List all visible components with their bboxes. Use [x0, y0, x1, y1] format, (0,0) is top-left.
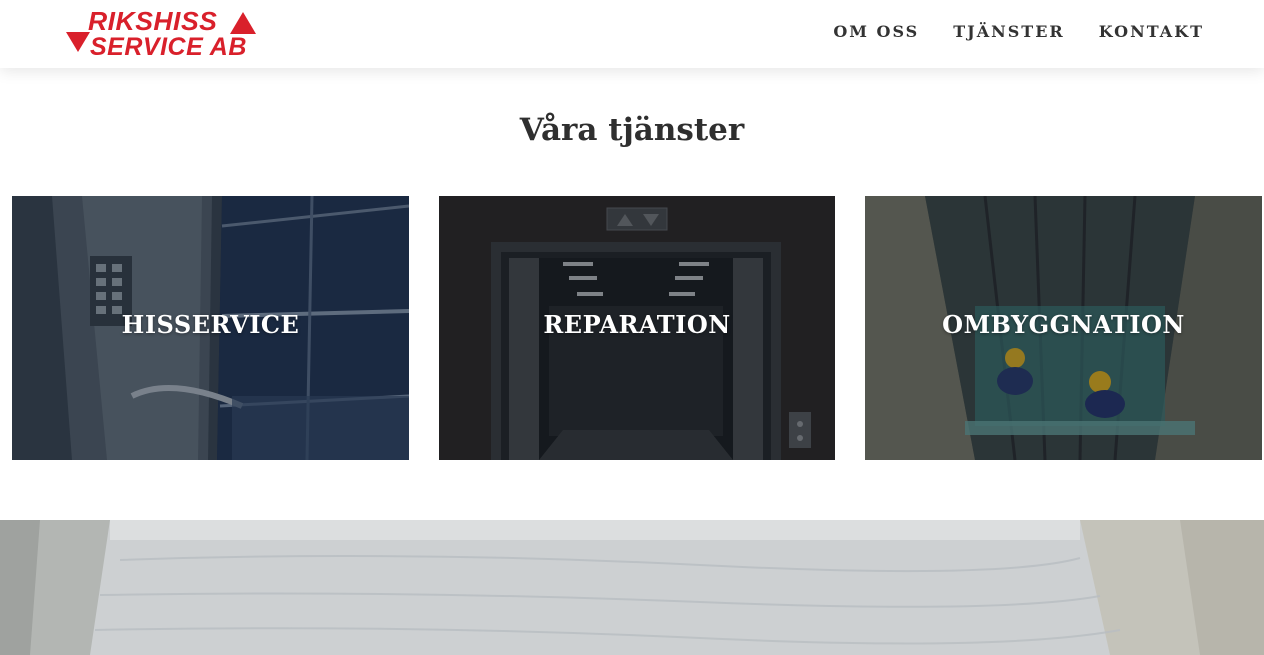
service-card-ombyggnation[interactable]: OMBYGGNATION — [865, 196, 1262, 460]
company-logo[interactable]: RIKSHISS SERVICE AB — [66, 8, 256, 62]
card-label: OMBYGGNATION — [942, 310, 1185, 339]
card-label: REPARATION — [543, 310, 731, 339]
main-nav: OM OSS TJÄNSTER KONTAKT — [833, 22, 1204, 41]
service-card-hisservice[interactable]: HISSERVICE — [12, 196, 409, 460]
logo-text-line2: SERVICE AB — [90, 33, 247, 61]
service-card-reparation[interactable]: REPARATION — [439, 196, 835, 460]
logo-triangle-down-icon — [66, 32, 90, 52]
logo-triangle-up-icon — [230, 12, 256, 34]
site-header: RIKSHISS SERVICE AB OM OSS TJÄNSTER KONT… — [0, 0, 1264, 68]
water-banner-image — [0, 520, 1264, 655]
nav-item-om-oss[interactable]: OM OSS — [833, 22, 919, 41]
canal-photo — [0, 520, 1264, 655]
logo-text-line1: RIKSHISS — [88, 6, 218, 36]
nav-item-kontakt[interactable]: KONTAKT — [1099, 22, 1204, 41]
card-label: HISSERVICE — [121, 310, 300, 339]
page-title: Våra tjänster — [519, 112, 745, 148]
nav-item-tjanster[interactable]: TJÄNSTER — [953, 22, 1064, 41]
